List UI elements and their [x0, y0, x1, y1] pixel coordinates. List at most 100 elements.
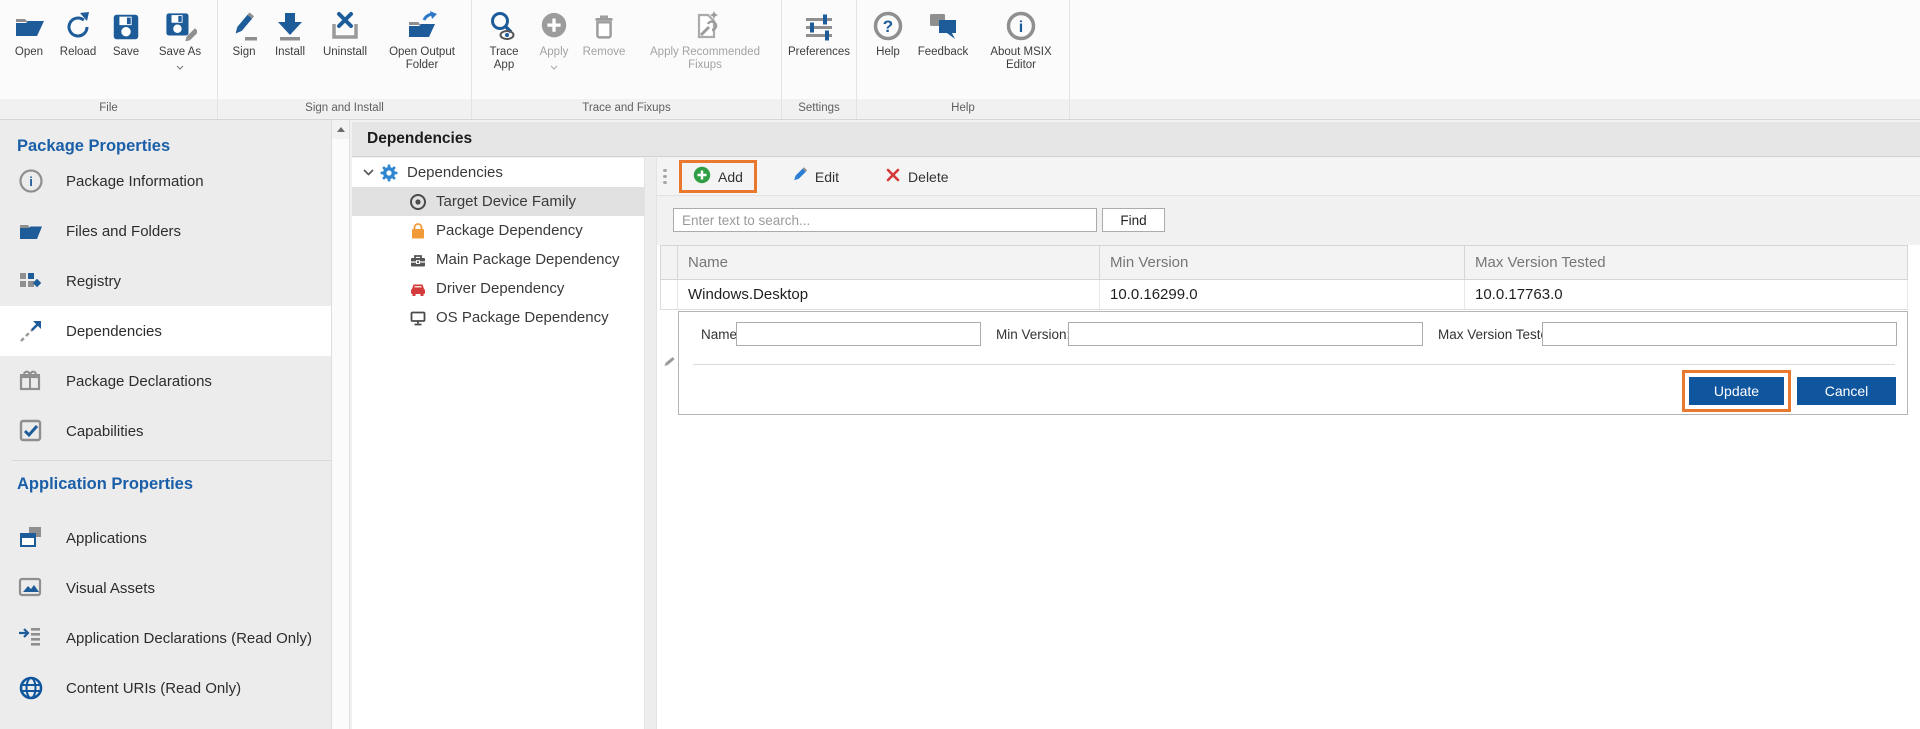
search-band: Find: [657, 196, 1920, 245]
tree-node-driver-dependency[interactable]: Driver Dependency: [352, 274, 644, 303]
update-button[interactable]: Update: [1689, 377, 1784, 405]
trace-app-button[interactable]: Trace App: [476, 7, 532, 73]
remove-label: Remove: [583, 46, 626, 59]
apply-label: Apply: [540, 46, 569, 59]
fixups-icon: [688, 8, 722, 46]
ribbon-group-settings: Preferences Settings: [782, 0, 857, 119]
sidebar: Package Properties i Package Information…: [0, 120, 331, 729]
feedback-button[interactable]: Feedback: [911, 7, 975, 60]
sidebar-item-visual-assets[interactable]: Visual Assets: [0, 563, 331, 613]
editing-row-pencil-icon: [660, 355, 678, 369]
sidebar-item-package-information[interactable]: i Package Information: [0, 156, 331, 206]
edit-pencil-icon: [790, 166, 808, 187]
reload-label: Reload: [60, 46, 96, 59]
cell-min-version: 10.0.16299.0: [1100, 280, 1465, 310]
install-button[interactable]: Install: [266, 7, 314, 60]
add-plus-icon: [693, 166, 711, 187]
uninstall-icon: [328, 8, 362, 46]
trace-app-icon: [487, 8, 521, 46]
sidebar-item-label: Package Information: [66, 173, 204, 190]
sidebar-item-content-uris[interactable]: Content URIs (Read Only): [0, 663, 331, 713]
column-header-name[interactable]: Name: [678, 245, 1100, 280]
table-row[interactable]: Windows.Desktop 10.0.16299.0 10.0.17763.…: [660, 280, 1908, 310]
tree-node-main-package-dependency[interactable]: Main Package Dependency: [352, 245, 644, 274]
uninstall-button[interactable]: Uninstall: [314, 7, 376, 60]
min-version-field[interactable]: [1068, 322, 1423, 346]
about-msix-editor-button[interactable]: i About MSIX Editor: [975, 7, 1067, 73]
apply-button: Apply: [532, 7, 576, 67]
tree-node-dependencies[interactable]: Dependencies: [352, 158, 644, 187]
dependencies-arrow-icon: [18, 318, 44, 344]
add-button[interactable]: Add: [682, 163, 754, 190]
main-area: Dependencies Dependencies Target Device …: [350, 120, 1920, 729]
shopping-bag-icon: [409, 222, 427, 240]
ribbon-group-trace-fixups: Trace App Apply Remove: [472, 0, 782, 119]
sidebar-item-package-declarations[interactable]: Package Declarations: [0, 356, 331, 406]
image-icon: [18, 575, 44, 601]
edit-label: Edit: [815, 169, 839, 185]
tree-node-label: Package Dependency: [436, 222, 583, 239]
sidebar-item-label: Applications: [66, 530, 147, 547]
sidebar-item-label: Package Declarations: [66, 373, 212, 390]
chevron-down-icon[interactable]: [360, 169, 376, 176]
remove-button: Remove: [576, 7, 632, 60]
sidebar-item-capabilities[interactable]: Capabilities: [0, 406, 331, 456]
editor-buttons: Update Cancel: [1682, 370, 1896, 412]
save-as-button[interactable]: Save As: [148, 7, 212, 67]
reload-button[interactable]: Reload: [52, 7, 104, 60]
about-info-icon: i: [1004, 8, 1038, 46]
about-msix-editor-label: About MSIX Editor: [981, 46, 1061, 72]
delete-button[interactable]: Delete: [874, 164, 959, 189]
sidebar-item-dependencies[interactable]: Dependencies: [0, 306, 331, 356]
sidebar-item-label: Visual Assets: [66, 580, 155, 597]
delete-x-icon: [885, 167, 901, 186]
sidebar-item-label: Capabilities: [66, 423, 144, 440]
name-field[interactable]: [736, 322, 981, 346]
dependencies-table: Name Min Version Max Version Tested Wind…: [660, 245, 1908, 310]
search-input[interactable]: [673, 208, 1097, 232]
cancel-button[interactable]: Cancel: [1797, 377, 1896, 405]
tree-node-package-dependency[interactable]: Package Dependency: [352, 216, 644, 245]
editor-divider: [693, 364, 1895, 365]
gift-icon: [18, 368, 44, 394]
sidebar-item-applications[interactable]: Applications: [0, 513, 331, 563]
row-indicator-cell: [660, 280, 678, 310]
column-header-min-version[interactable]: Min Version: [1100, 245, 1465, 280]
find-button[interactable]: Find: [1102, 208, 1165, 232]
panel-splitter[interactable]: [644, 158, 657, 729]
sidebar-item-label: Registry: [66, 273, 121, 290]
open-folder-icon: [12, 8, 46, 46]
save-button[interactable]: Save: [104, 7, 148, 60]
monitor-icon: [409, 309, 427, 327]
sidebar-item-label: Files and Folders: [66, 223, 181, 240]
install-arrow-icon: [273, 8, 307, 46]
scrollbar-up-button[interactable]: [332, 120, 349, 139]
max-version-tested-field[interactable]: [1542, 322, 1897, 346]
sign-button[interactable]: Sign: [222, 7, 266, 60]
delete-label: Delete: [908, 169, 948, 185]
column-header-max-version-tested[interactable]: Max Version Tested: [1465, 245, 1908, 280]
save-label: Save: [113, 46, 139, 59]
sidebar-item-registry[interactable]: Registry: [0, 256, 331, 306]
ribbon: Open Reload Save Save As: [0, 0, 1920, 120]
preferences-button[interactable]: Preferences: [782, 7, 856, 60]
sidebar-item-application-declarations[interactable]: Application Declarations (Read Only): [0, 613, 331, 663]
help-button[interactable]: ? Help: [865, 7, 911, 60]
tree-node-os-package-dependency[interactable]: OS Package Dependency: [352, 303, 644, 332]
ribbon-group-sign-install: Sign Install Uninstall Open Output Folde…: [218, 0, 472, 119]
grip-dots-icon: [663, 175, 667, 178]
page-title: Dependencies: [352, 122, 1920, 157]
open-output-folder-icon: [405, 8, 439, 46]
vertical-scrollbar[interactable]: [331, 120, 350, 729]
registry-icon: [18, 268, 44, 294]
ribbon-group-help-label: Help: [857, 99, 1069, 119]
tree-node-label: Main Package Dependency: [436, 251, 619, 268]
help-label: Help: [876, 46, 900, 59]
open-button[interactable]: Open: [6, 7, 52, 60]
reload-icon: [61, 8, 95, 46]
open-output-folder-button[interactable]: Open Output Folder: [376, 7, 468, 73]
app-windows-icon: [18, 525, 44, 551]
edit-button[interactable]: Edit: [779, 163, 850, 190]
tree-node-target-device-family[interactable]: Target Device Family: [352, 187, 644, 216]
sidebar-item-files-and-folders[interactable]: Files and Folders: [0, 206, 331, 256]
